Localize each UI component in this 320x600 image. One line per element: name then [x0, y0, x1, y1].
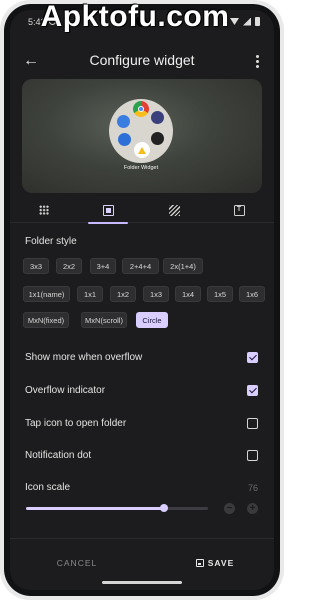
icon-scale-value: 76 — [247, 483, 258, 493]
folder-style-chip[interactable]: 2x(1+4) — [163, 258, 203, 274]
tab-background[interactable] — [164, 201, 184, 219]
folder-style-chip[interactable]: 3x3 — [23, 258, 49, 274]
widget-preview: Folder Widget — [22, 79, 262, 193]
decrease-scale-button[interactable]: − — [224, 503, 235, 514]
slider-fill — [26, 507, 165, 510]
apps-grid-icon — [151, 111, 164, 124]
folder-style-label: Folder style — [25, 236, 77, 247]
settings-icon — [118, 133, 131, 146]
folder-style-chip[interactable]: 1x1(name) — [23, 286, 70, 302]
save-icon — [195, 559, 204, 567]
page-title: Configure widget — [89, 52, 195, 68]
tab-bar: T — [10, 197, 274, 224]
battery-icon — [255, 17, 260, 26]
increase-scale-button[interactable]: + — [247, 503, 258, 514]
folder-style-chip[interactable]: MxN(scroll) — [81, 312, 127, 328]
hatch-icon — [168, 204, 180, 216]
folder-style-chip[interactable]: MxN(fixed) — [23, 312, 69, 328]
signal-icon — [243, 17, 251, 26]
folder-style-chip[interactable]: 1x3 — [143, 286, 169, 302]
folder-style-chip[interactable]: 2+4+4 — [122, 258, 159, 274]
folder-widget-label: Folder Widget — [123, 165, 159, 171]
tab-layout[interactable] — [88, 201, 128, 224]
gesture-bar[interactable] — [102, 581, 182, 584]
phone-frame: 5:42 ← Configure widget Folder Widget T … — [0, 0, 284, 600]
icon-scale-label: Icon scale — [25, 482, 71, 493]
notification-dot-checkbox[interactable] — [247, 450, 258, 461]
more-options-icon[interactable] — [248, 50, 266, 72]
folder-style-chip[interactable]: Circle — [136, 312, 168, 328]
watermark-logo: Apktofu.com — [40, 0, 230, 33]
files-icon — [117, 115, 130, 128]
save-button[interactable]: SAVE — [178, 553, 252, 573]
setting-label: Overflow indicator — [25, 385, 106, 396]
show-more-checkbox[interactable] — [247, 352, 258, 363]
photos-icon — [151, 132, 164, 145]
icon-scale-slider[interactable] — [26, 504, 208, 512]
save-label: SAVE — [207, 558, 235, 568]
folder-style-chip[interactable]: 1x4 — [175, 286, 201, 302]
cancel-button[interactable]: CANCEL — [40, 553, 114, 573]
overflow-indicator-checkbox[interactable] — [247, 385, 258, 396]
back-arrow-icon[interactable]: ← — [20, 50, 42, 72]
slider-thumb[interactable] — [160, 504, 169, 512]
setting-label: Notification dot — [25, 450, 92, 461]
folder-style-chip[interactable]: 1x2 — [110, 286, 136, 302]
screen: 5:42 ← Configure widget Folder Widget T … — [10, 10, 274, 590]
folder-style-chip[interactable]: 1x5 — [207, 286, 233, 302]
app-bar: ← Configure widget — [10, 46, 274, 76]
folder-circle[interactable] — [109, 99, 173, 163]
tab-grid[interactable] — [34, 201, 54, 219]
folder-style-chip[interactable]: 2x2 — [56, 258, 82, 274]
folder-style-chip[interactable]: 1x6 — [239, 286, 265, 302]
square-icon — [102, 204, 114, 216]
tap-icon-checkbox[interactable] — [247, 418, 258, 429]
setting-label: Show more when overflow — [25, 352, 143, 363]
tab-text[interactable]: T — [229, 201, 249, 219]
drive-icon — [134, 142, 150, 158]
chrome-icon — [133, 101, 149, 117]
setting-label: Tap icon to open folder — [25, 418, 127, 429]
folder-style-chip[interactable]: 1x1 — [77, 286, 103, 302]
grid-icon — [39, 205, 49, 215]
text-icon: T — [233, 204, 245, 216]
folder-style-chip[interactable]: 3+4 — [90, 258, 116, 274]
